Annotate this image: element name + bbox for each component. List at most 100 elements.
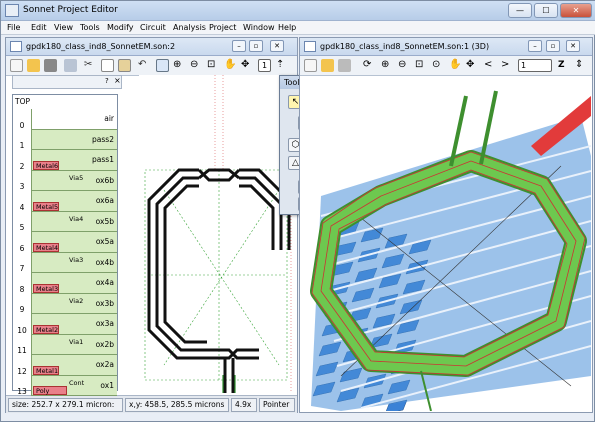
next-level-button[interactable]: > bbox=[501, 59, 514, 72]
level-field[interactable]: 1 bbox=[518, 59, 552, 72]
level-up-icon[interactable]: ⇡ bbox=[276, 59, 289, 72]
metal-layer[interactable]: Metal1 bbox=[33, 365, 59, 375]
stackup-level-number: 13 bbox=[17, 387, 27, 396]
close-button[interactable]: ✕ bbox=[560, 3, 592, 18]
layout-minimize-button[interactable]: – bbox=[232, 40, 246, 52]
z-scale-label: Z bbox=[558, 60, 565, 70]
view3d-window: gpdk180_class_ind8_SonnetEM.son:1 (3D) –… bbox=[299, 37, 593, 413]
new-file-icon[interactable] bbox=[10, 59, 23, 72]
menu-project[interactable]: Project bbox=[209, 23, 236, 32]
stackup-level-label: air bbox=[104, 114, 114, 123]
stackup-level-label: ox6a bbox=[95, 196, 114, 205]
menu-view[interactable]: View bbox=[54, 23, 73, 32]
menu-modify[interactable]: Modify bbox=[107, 23, 134, 32]
pan-hand-icon[interactable]: ✋ bbox=[224, 59, 237, 72]
stackup-level-number: 3 bbox=[19, 182, 25, 191]
stackup-level-label: ox2a bbox=[95, 360, 114, 369]
stackup-level-number: 4 bbox=[19, 202, 25, 212]
open-folder-icon[interactable] bbox=[27, 59, 40, 72]
menu-tools[interactable]: Tools bbox=[80, 23, 100, 32]
new-file-icon[interactable] bbox=[304, 59, 317, 72]
via-label: Via5 bbox=[69, 173, 84, 182]
menu-file[interactable]: File bbox=[7, 23, 20, 32]
menu-analysis[interactable]: Analysis bbox=[173, 23, 206, 32]
via-label: Via1 bbox=[69, 337, 84, 346]
app-title: Sonnet Project Editor bbox=[23, 5, 118, 15]
document-icon bbox=[10, 41, 22, 52]
view3d-titlebar: gpdk180_class_ind8_SonnetEM.son:1 (3D) –… bbox=[300, 38, 592, 56]
menu-window[interactable]: Window bbox=[243, 23, 275, 32]
stackup-level-label: ox4a bbox=[95, 278, 114, 287]
page-number-field[interactable]: 1 bbox=[258, 59, 271, 72]
select-icon[interactable] bbox=[156, 59, 169, 72]
print-icon[interactable] bbox=[64, 59, 77, 72]
zoom-in-icon[interactable]: ⊕ bbox=[173, 59, 186, 72]
stackup-close-icon[interactable]: × bbox=[114, 76, 121, 85]
layout-close-button[interactable]: ✕ bbox=[270, 40, 284, 52]
menu-edit[interactable]: Edit bbox=[31, 23, 47, 32]
move-icon[interactable]: ✥ bbox=[466, 59, 479, 72]
stackup-level-number: 5 bbox=[19, 223, 25, 232]
stackup-panel[interactable]: TOP 0 air 1 pass2 2 pass1 3 ox6b 4 ox6a 5 ox5b 6 ox5a… bbox=[12, 94, 118, 396]
menu-help[interactable]: Help bbox=[278, 23, 296, 32]
menu-bar: File Edit View Tools Modify Circuit Anal… bbox=[1, 21, 595, 35]
metal-layer[interactable]: Metal2 bbox=[33, 324, 59, 334]
layout-restore-button[interactable]: ▫ bbox=[249, 40, 263, 52]
via-label: Cont bbox=[69, 378, 85, 387]
stackup-level-label: ox3a bbox=[95, 319, 114, 328]
rotate-icon[interactable]: ⟳ bbox=[363, 59, 376, 72]
via-label: Via4 bbox=[69, 214, 84, 223]
stackup-level-label: ox4b bbox=[95, 257, 114, 267]
via-label: Via2 bbox=[69, 296, 84, 305]
cut-icon[interactable]: ✂ bbox=[84, 59, 97, 72]
zoom-in-icon[interactable]: ⊕ bbox=[381, 59, 394, 72]
open-folder-icon[interactable] bbox=[321, 59, 334, 72]
zoom-box-icon[interactable]: ⊡ bbox=[415, 59, 428, 72]
stackup-level-number: 10 bbox=[17, 325, 27, 335]
stackup-level-label: ox5a bbox=[95, 237, 114, 246]
status-zoom: 4.9x bbox=[231, 398, 257, 412]
view3d-close-button[interactable]: ✕ bbox=[566, 40, 580, 52]
zoom-out-icon[interactable]: ⊖ bbox=[190, 59, 203, 72]
stackup-level-number: 11 bbox=[17, 346, 27, 355]
stackup-level-label: ox1 bbox=[100, 380, 114, 390]
stackup-level-number: 12 bbox=[17, 366, 27, 376]
move-icon[interactable]: ✥ bbox=[241, 59, 254, 72]
maximize-button[interactable]: ☐ bbox=[534, 3, 558, 18]
previous-level-button[interactable]: < bbox=[484, 59, 497, 72]
layout-canvas[interactable] bbox=[139, 75, 297, 393]
zoom-box-icon[interactable]: ⊡ bbox=[207, 59, 220, 72]
metal-layer[interactable]: Metal4 bbox=[33, 242, 59, 252]
view3d-toolbar: ⟳ ⊕ ⊖ ⊡ ⊙ ✋ ✥ < > 1 Z ⇕ bbox=[300, 56, 592, 76]
stackup-level-number: 2 bbox=[19, 161, 25, 171]
view3d-canvas[interactable] bbox=[301, 76, 591, 411]
save-icon[interactable] bbox=[338, 59, 351, 72]
view3d-restore-button[interactable]: ▫ bbox=[546, 40, 560, 52]
zoom-out-icon[interactable]: ⊖ bbox=[398, 59, 411, 72]
zoom-fit-icon[interactable]: ⊙ bbox=[432, 59, 445, 72]
stackup-level-number: 1 bbox=[19, 141, 25, 150]
metal-layer[interactable]: Metal3 bbox=[33, 283, 59, 293]
stackup-level-number: 6 bbox=[19, 243, 25, 253]
undo-icon[interactable]: ↶ bbox=[138, 59, 151, 72]
help-icon[interactable]: ? bbox=[105, 77, 109, 85]
save-icon[interactable] bbox=[44, 59, 57, 72]
layout-toolbar: ✂ ↶ ⊕ ⊖ ⊡ ✋ ✥ 1 ⇡ bbox=[6, 56, 297, 76]
stackup-level-label: ox2b bbox=[95, 339, 114, 349]
metal-layer[interactable]: Metal5 bbox=[33, 201, 59, 211]
stackup-level-label: pass2 bbox=[92, 134, 114, 144]
pan-hand-icon[interactable]: ✋ bbox=[449, 59, 462, 72]
minimize-button[interactable]: — bbox=[508, 3, 532, 18]
app-icon bbox=[5, 4, 19, 17]
menu-circuit[interactable]: Circuit bbox=[140, 23, 166, 32]
copy-icon[interactable] bbox=[101, 59, 114, 72]
stackup-level-label: ox3b bbox=[95, 298, 114, 308]
metal-layer[interactable]: Metal6 bbox=[33, 160, 59, 170]
stackup-level-number: 0 bbox=[19, 120, 25, 130]
metal-layer[interactable]: Poly bbox=[33, 386, 67, 395]
z-scale-icon[interactable]: ⇕ bbox=[575, 59, 588, 72]
paste-icon[interactable] bbox=[118, 59, 131, 72]
view3d-minimize-button[interactable]: – bbox=[528, 40, 542, 52]
status-size: size: 252.7 x 279.1 micron: bbox=[8, 398, 123, 412]
document-icon bbox=[304, 41, 316, 52]
